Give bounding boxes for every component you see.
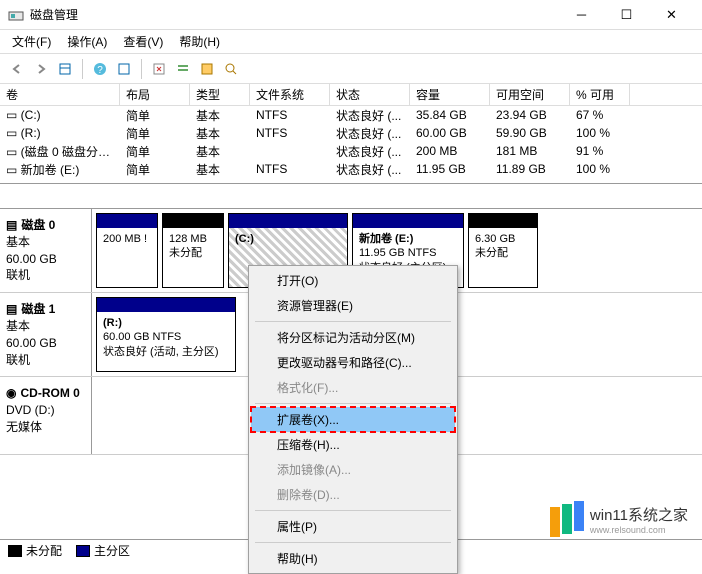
maximize-button[interactable]: ☐: [604, 0, 649, 30]
ctx-add-mirror: 添加镜像(A)...: [251, 457, 455, 482]
partition[interactable]: 200 MB !: [96, 213, 158, 288]
menu-view[interactable]: 查看(V): [115, 31, 171, 52]
help-button[interactable]: ?: [89, 58, 111, 80]
legend-unallocated: 未分配: [26, 542, 62, 559]
back-button[interactable]: [6, 58, 28, 80]
partition[interactable]: 6.30 GB未分配: [468, 213, 538, 288]
col-volume[interactable]: 卷: [0, 84, 120, 105]
titlebar: 磁盘管理 ─ ☐ ✕: [0, 0, 702, 30]
refresh-button[interactable]: [148, 58, 170, 80]
ctx-delete-volume: 删除卷(D)...: [251, 482, 455, 507]
disk-icon: ▤: [6, 301, 17, 318]
ctx-mark-active[interactable]: 将分区标记为活动分区(M): [251, 325, 455, 350]
col-percent[interactable]: % 可用: [570, 84, 630, 105]
col-capacity[interactable]: 容量: [410, 84, 490, 105]
col-free[interactable]: 可用空间: [490, 84, 570, 105]
list-view-button[interactable]: [172, 58, 194, 80]
col-status[interactable]: 状态: [330, 84, 410, 105]
forward-button[interactable]: [30, 58, 52, 80]
col-type[interactable]: 类型: [190, 84, 250, 105]
volume-row[interactable]: ▭ (磁盘 0 磁盘分区 1)简单基本状态良好 (...200 MB181 MB…: [0, 142, 702, 160]
ctx-change-letter[interactable]: 更改驱动器号和路径(C)...: [251, 350, 455, 375]
menu-file[interactable]: 文件(F): [4, 31, 59, 52]
svg-text:?: ?: [97, 65, 103, 76]
settings-button[interactable]: [113, 58, 135, 80]
ctx-explorer[interactable]: 资源管理器(E): [251, 293, 455, 318]
volume-row[interactable]: ▭ (C:)简单基本NTFS状态良好 (...35.84 GB23.94 GB6…: [0, 106, 702, 124]
action-button[interactable]: [196, 58, 218, 80]
volume-row[interactable]: ▭ 新加卷 (E:)简单基本NTFS状态良好 (...11.95 GB11.89…: [0, 160, 702, 178]
context-menu: 打开(O) 资源管理器(E) 将分区标记为活动分区(M) 更改驱动器号和路径(C…: [248, 265, 458, 574]
partition[interactable]: 128 MB未分配: [162, 213, 224, 288]
disk-icon: ▤: [6, 217, 17, 234]
ctx-shrink-volume[interactable]: 压缩卷(H)...: [251, 432, 455, 457]
minimize-button[interactable]: ─: [559, 0, 604, 30]
cdrom-icon: ◉: [6, 385, 16, 402]
col-layout[interactable]: 布局: [120, 84, 190, 105]
close-button[interactable]: ✕: [649, 0, 694, 30]
show-hide-button[interactable]: [54, 58, 76, 80]
ctx-help[interactable]: 帮助(H): [251, 546, 455, 571]
ctx-properties[interactable]: 属性(P): [251, 514, 455, 539]
search-button[interactable]: [220, 58, 242, 80]
partition[interactable]: (R:)60.00 GB NTFS状态良好 (活动, 主分区): [96, 297, 236, 372]
volume-row[interactable]: ▭ (R:)简单基本NTFS状态良好 (...60.00 GB59.90 GB1…: [0, 124, 702, 142]
disk-info: ▤ 磁盘 0基本60.00 GB联机: [0, 209, 92, 292]
list-header: 卷 布局 类型 文件系统 状态 容量 可用空间 % 可用: [0, 84, 702, 106]
disk-info: ◉ CD-ROM 0DVD (D:)无媒体: [0, 377, 92, 454]
col-fs[interactable]: 文件系统: [250, 84, 330, 105]
volume-list[interactable]: 卷 布局 类型 文件系统 状态 容量 可用空间 % 可用 ▭ (C:)简单基本N…: [0, 84, 702, 184]
menu-help[interactable]: 帮助(H): [171, 31, 228, 52]
menu-action[interactable]: 操作(A): [59, 31, 115, 52]
ctx-format: 格式化(F)...: [251, 375, 455, 400]
legend-primary: 主分区: [94, 542, 130, 559]
toolbar: ?: [0, 54, 702, 84]
ctx-open[interactable]: 打开(O): [251, 268, 455, 293]
window-title: 磁盘管理: [30, 6, 559, 23]
menubar: 文件(F) 操作(A) 查看(V) 帮助(H): [0, 30, 702, 54]
watermark: win11系统之家 www.relsound.com: [550, 501, 688, 537]
app-icon: [8, 7, 24, 23]
ctx-extend-volume[interactable]: 扩展卷(X)...: [251, 407, 455, 432]
disk-info: ▤ 磁盘 1基本60.00 GB联机: [0, 293, 92, 376]
